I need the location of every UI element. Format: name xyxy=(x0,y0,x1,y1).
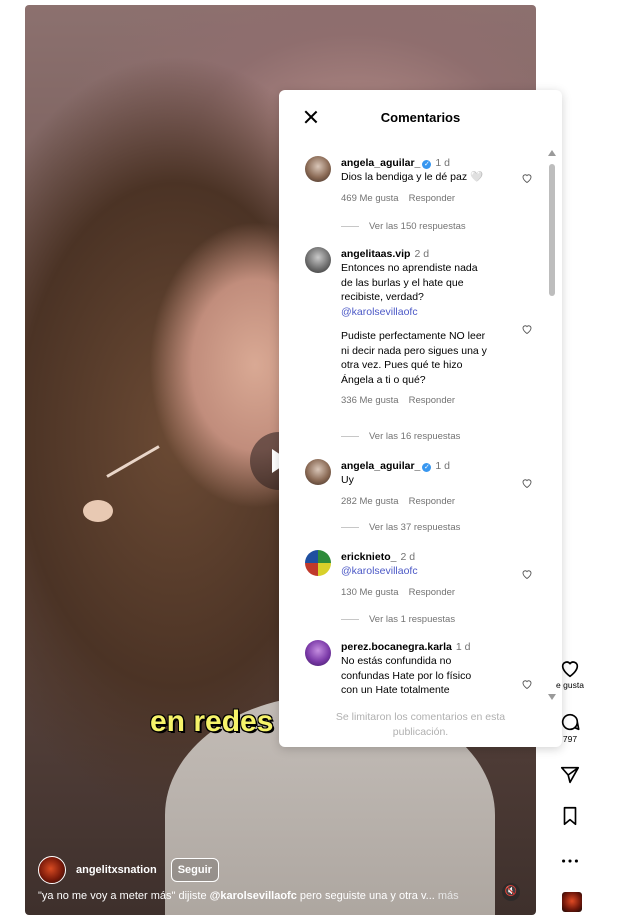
more-dots-icon[interactable] xyxy=(559,850,581,872)
scroll-down-arrow-icon[interactable] xyxy=(548,694,556,700)
commenter-avatar[interactable] xyxy=(305,459,331,485)
comments-panel: Comentarios angela_aguilar_ ✓ 1 d Dios la … xyxy=(279,90,562,747)
like-label: e gusta xyxy=(556,680,584,690)
heart-icon[interactable] xyxy=(521,477,533,489)
comment-mention[interactable]: @karolsevillaofc xyxy=(341,305,521,320)
commenter-avatar[interactable] xyxy=(305,156,331,182)
comment-time: 2 d xyxy=(400,551,416,563)
author-username[interactable]: angelitxsnation xyxy=(76,864,157,876)
view-replies-link[interactable]: Ver las 37 respuestas xyxy=(341,522,460,533)
mute-icon[interactable]: 🔇 xyxy=(502,883,520,901)
scroll-thumb[interactable] xyxy=(549,164,555,296)
like-action[interactable]: e gusta xyxy=(552,657,588,690)
heart-icon[interactable] xyxy=(521,568,533,580)
heart-icon[interactable] xyxy=(521,323,533,335)
comment-spacer xyxy=(341,319,521,329)
reply-button[interactable]: Responder xyxy=(409,496,455,507)
author-avatar[interactable] xyxy=(38,856,66,884)
save-action[interactable] xyxy=(552,805,588,827)
comment-text-line: ni decir nada pero sigues una y xyxy=(341,344,487,357)
comment-action[interactable]: 797 xyxy=(552,711,588,744)
share-action[interactable] xyxy=(552,764,588,786)
description-mention[interactable]: @karolsevillaofc xyxy=(210,890,297,902)
comment-time: 1 d xyxy=(455,641,471,653)
commenter-avatar[interactable] xyxy=(305,550,331,576)
comment-time: 1 d xyxy=(435,157,450,169)
description-more-link[interactable]: más xyxy=(435,890,459,902)
follow-button[interactable]: Seguir xyxy=(170,858,219,882)
reply-button[interactable]: Responder xyxy=(409,395,455,406)
comment-count: 797 xyxy=(562,734,578,744)
view-replies-link[interactable]: Ver las 16 respuestas xyxy=(341,431,460,442)
verified-badge-icon: ✓ xyxy=(422,160,432,169)
comment-text-line: con un Hate totalmente xyxy=(341,684,450,696)
video-frame-mic-wire xyxy=(106,445,160,478)
reply-button[interactable]: Responder xyxy=(409,193,455,204)
audio-thumbnail[interactable] xyxy=(562,892,582,912)
description-prefix: "ya no me voy a meter más" dijiste xyxy=(38,890,210,902)
comment-bubble-icon[interactable] xyxy=(559,711,581,733)
commenter-username[interactable]: angela_aguilar_ xyxy=(341,157,420,169)
comments-list[interactable]: angela_aguilar_ ✓ 1 d Dios la bendiga y le… xyxy=(279,146,549,706)
commenter-avatar[interactable] xyxy=(305,247,331,273)
comment-text-line: Pudiste perfectamente NO leer xyxy=(341,330,486,342)
comment-text-line: Entonces no aprendiste nada xyxy=(341,262,478,274)
comments-scrollbar[interactable] xyxy=(548,150,556,700)
heart-icon[interactable] xyxy=(521,678,533,690)
comment-text: Dios la bendiga y le dé paz 🤍 xyxy=(341,171,484,183)
heart-icon[interactable] xyxy=(559,657,581,679)
view-replies-link[interactable]: Ver las 150 respuestas xyxy=(341,221,466,232)
comment-text-line: de las burlas y el hate que xyxy=(341,276,464,289)
comment-mention[interactable]: @karolsevillaofc xyxy=(341,564,521,579)
heart-icon[interactable] xyxy=(521,172,533,184)
comment-text-line: Ángela a ti o qué? xyxy=(341,373,426,386)
comment-likes[interactable]: 282 Me gusta xyxy=(341,496,399,507)
send-icon[interactable] xyxy=(559,764,581,786)
commenter-username[interactable]: perez.bocanegra.karla xyxy=(341,641,452,653)
commenter-username[interactable]: ericknieto_ xyxy=(341,551,396,563)
comments-header: Comentarios xyxy=(279,90,562,146)
comment-likes[interactable]: 469 Me gusta xyxy=(341,193,399,204)
comment-time: 1 d xyxy=(435,460,450,472)
comment-likes[interactable]: 336 Me gusta xyxy=(341,395,399,406)
view-replies-link[interactable]: Ver las 1 respuestas xyxy=(341,614,455,625)
video-frame-mic xyxy=(83,500,113,522)
comment-time: 2 d xyxy=(414,248,430,260)
more-options[interactable] xyxy=(552,850,588,872)
comment-text-line: confundas Hate por lo físico xyxy=(341,669,472,682)
description-suffix: pero seguiste una y otra v... xyxy=(296,890,435,902)
bookmark-icon[interactable] xyxy=(559,805,581,827)
comment-text-line: No estás confundida no xyxy=(341,655,452,667)
comment-likes[interactable]: 130 Me gusta xyxy=(341,587,399,598)
commenter-username[interactable]: angelitaas.vip xyxy=(341,248,410,260)
video-caption-overlay: en redes xyxy=(150,705,274,738)
video-author: angelitxsnation Seguir xyxy=(38,856,219,884)
video-description: "ya no me voy a meter más" dijiste @karo… xyxy=(38,890,459,902)
comment-text-line: otra vez. Pues qué te hizo xyxy=(341,359,463,371)
commenter-username[interactable]: angela_aguilar_ xyxy=(341,460,420,472)
reply-button[interactable]: Responder xyxy=(409,587,455,598)
verified-badge-icon: ✓ xyxy=(422,463,432,472)
comment-text: Uy xyxy=(341,474,354,486)
comments-title: Comentarios xyxy=(380,110,461,125)
scroll-up-arrow-icon[interactable] xyxy=(548,150,556,156)
comments-limited-note: Se limitaron los comentarios en esta pub… xyxy=(335,711,506,738)
commenter-avatar[interactable] xyxy=(305,640,331,666)
comment-text-line: recibiste, verdad? xyxy=(341,291,424,303)
